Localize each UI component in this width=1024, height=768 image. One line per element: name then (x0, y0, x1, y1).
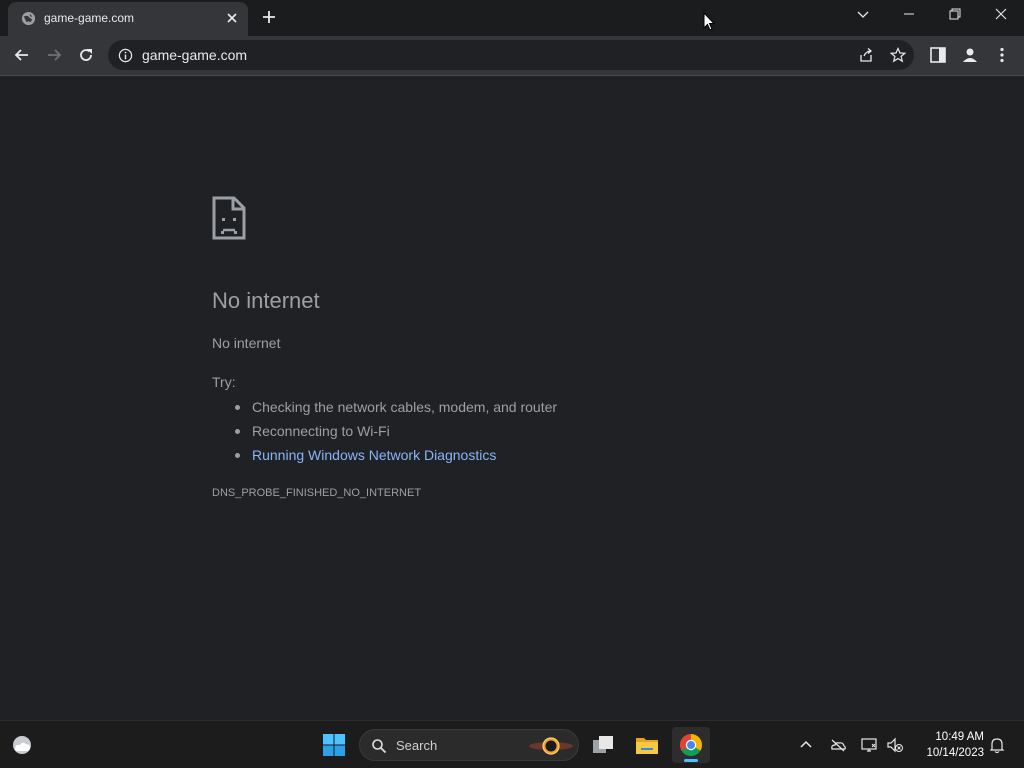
chrome-button[interactable] (672, 727, 710, 763)
active-indicator (684, 759, 698, 762)
restore-icon[interactable] (948, 7, 962, 21)
error-heading: No internet (212, 288, 320, 313)
suggestion-item: Reconnecting to Wi-Fi (235, 421, 557, 445)
onedrive-icon[interactable] (829, 736, 847, 754)
profile-icon[interactable] (960, 45, 980, 65)
share-icon[interactable] (858, 47, 874, 63)
side-panel-icon[interactable] (928, 45, 948, 65)
task-view-icon (593, 736, 613, 753)
file-explorer-button[interactable] (628, 727, 666, 763)
globe-icon (21, 11, 36, 26)
tab-search-icon[interactable] (856, 8, 870, 22)
menu-icon[interactable] (992, 45, 1012, 65)
search-icon (372, 739, 387, 754)
chevron-up-icon[interactable] (797, 736, 815, 754)
chrome-icon (680, 734, 702, 756)
mouse-cursor-icon (703, 12, 715, 31)
tab-active[interactable]: game-game.com (8, 2, 248, 36)
taskbar: Search 10:49 AM 10/14/2023 (0, 720, 1024, 768)
search-label: Search (396, 738, 438, 753)
clock[interactable]: 10:49 AM 10/14/2023 (914, 729, 984, 761)
try-label: Try: (212, 374, 236, 390)
suggestion-list: Checking the network cables, modem, and … (235, 397, 558, 469)
clock-date: 10/14/2023 (926, 747, 984, 759)
suggestion-item: Running Windows Network Diagnostics (235, 445, 557, 469)
network-icon[interactable] (860, 736, 878, 754)
error-message: No internet (212, 335, 281, 351)
suggestion-text: Reconnecting to Wi-Fi (252, 423, 390, 439)
suggestion-text: Checking the network cables, modem, and … (252, 399, 558, 415)
reload-icon[interactable] (76, 45, 96, 65)
start-icon[interactable] (322, 733, 346, 757)
close-icon[interactable] (994, 7, 1008, 21)
tab-title: game-game.com (44, 11, 135, 25)
clock-time: 10:49 AM (935, 731, 984, 743)
browser-toolbar: game-game.com (0, 36, 1024, 76)
volume-icon[interactable] (886, 736, 904, 754)
back-icon[interactable] (12, 45, 32, 65)
title-bar: game-game.com (0, 0, 1024, 36)
suggestion-item: Checking the network cables, modem, and … (235, 397, 558, 421)
task-view-button[interactable] (584, 727, 622, 763)
notification-icon[interactable] (988, 736, 1006, 754)
network-diagnostics-link[interactable]: Running Windows Network Diagnostics (252, 447, 496, 463)
weather-icon[interactable] (10, 734, 34, 756)
address-bar[interactable]: game-game.com (108, 40, 914, 70)
info-icon[interactable] (118, 48, 133, 63)
minimize-icon[interactable] (902, 7, 916, 21)
bullet (235, 429, 240, 434)
file-explorer-icon (636, 738, 658, 754)
page-content: No internet No internet Try: Checking th… (0, 77, 1024, 720)
url-text[interactable]: game-game.com (142, 47, 247, 63)
new-tab-icon[interactable] (261, 9, 277, 25)
bullet (235, 405, 240, 410)
bullet (235, 453, 240, 458)
error-code: DNS_PROBE_FINISHED_NO_INTERNET (212, 487, 422, 499)
forward-icon[interactable] (44, 45, 64, 65)
taskbar-search[interactable]: Search (359, 729, 579, 761)
sad-page-icon (212, 196, 246, 240)
tab-close-icon[interactable] (224, 10, 240, 26)
star-icon[interactable] (890, 47, 906, 63)
search-highlight-icon (529, 737, 573, 755)
